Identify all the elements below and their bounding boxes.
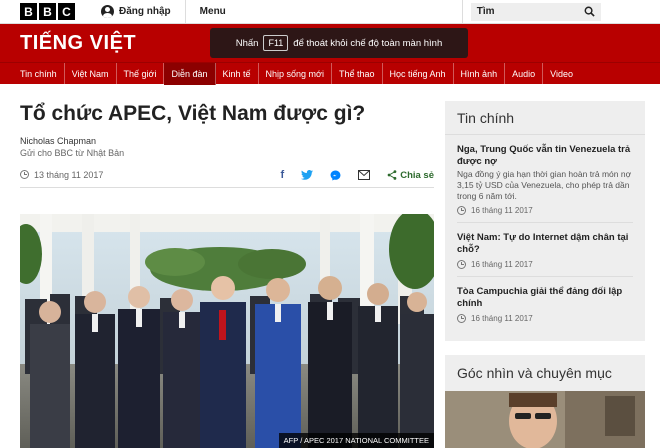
- bbc-logo[interactable]: B B C: [20, 3, 75, 20]
- nav-item-tin-chinh[interactable]: Tin chính: [13, 62, 65, 85]
- story-date: 16 tháng 11 2017: [457, 260, 633, 277]
- leaders-walking-photo: [20, 214, 434, 448]
- story-date: 16 tháng 11 2017: [457, 314, 633, 330]
- brand-title[interactable]: TIẾNG VIỆT: [20, 32, 136, 55]
- top-stories-heading: Tin chính: [445, 101, 645, 135]
- menu-label: Menu: [199, 6, 226, 17]
- share-label: Chia sẻ: [400, 169, 434, 181]
- story-item[interactable]: Nga, Trung Quốc vẫn tin Venezuela trả đư…: [445, 135, 645, 223]
- article-meta: 13 tháng 11 2017 f Chia sẻ: [20, 168, 434, 188]
- columnist-photo: [445, 391, 645, 448]
- story-date: 16 tháng 11 2017: [457, 206, 633, 223]
- fullscreen-notice: Nhấn F11 để thoát khỏi chế độ toàn màn h…: [210, 28, 468, 58]
- user-icon: [101, 5, 114, 18]
- opinion-heading: Góc nhìn và chuyên mục: [457, 365, 612, 381]
- notice-text-before: Nhấn: [235, 37, 259, 49]
- clock-icon: [457, 260, 466, 269]
- share-icon: [387, 170, 397, 180]
- masthead: TIẾNG VIỆT Nhấn F11 để thoát khỏi chế độ…: [0, 24, 660, 62]
- nav-item-viet-nam[interactable]: Việt Nam: [65, 62, 117, 85]
- story-title[interactable]: Nga, Trung Quốc vẫn tin Venezuela trả đư…: [457, 144, 633, 168]
- opinion-photo[interactable]: [445, 391, 645, 448]
- top-stories-panel: Tin chính Nga, Trung Quốc vẫn tin Venezu…: [445, 101, 645, 341]
- facebook-icon[interactable]: f: [281, 169, 285, 181]
- email-icon[interactable]: [358, 170, 371, 180]
- story-item[interactable]: Việt Nam: Tự do Internet dậm chân tại ch…: [445, 223, 645, 277]
- story-summary: Nga đồng ý gia hạn thời gian hoàn trả mó…: [457, 169, 632, 201]
- nav-item-hinh-anh[interactable]: Hình ảnh: [454, 62, 506, 85]
- search-placeholder: Tìm: [476, 6, 495, 17]
- story-title[interactable]: Việt Nam: Tự do Internet dậm chân tại ch…: [457, 232, 633, 256]
- nav-item-audio[interactable]: Audio: [505, 62, 544, 85]
- photo-credit: AFP / APEC 2017 NATIONAL COMMITTEE: [278, 433, 434, 448]
- opinion-panel: Góc nhìn và chuyên mục: [445, 355, 645, 448]
- article-headline: Tổ chức APEC, Việt Nam được gì?: [20, 102, 366, 125]
- story-date-text: 16 tháng 11 2017: [471, 314, 533, 323]
- nav-item-hoc-tieng-anh[interactable]: Học tiếng Anh: [383, 62, 454, 85]
- top-bar: B B C Đăng nhập Menu Tìm: [0, 0, 660, 24]
- divider: [461, 0, 463, 24]
- nav-item-the-gioi[interactable]: Thế giới: [117, 62, 165, 85]
- messenger-icon[interactable]: [330, 169, 341, 181]
- date-text: 13 tháng 11 2017: [34, 169, 104, 180]
- clock-icon: [20, 170, 29, 179]
- f11-key: F11: [263, 35, 289, 51]
- nav-item-kinh-te[interactable]: Kinh tế: [216, 62, 259, 85]
- nav-item-video[interactable]: Video: [543, 63, 580, 85]
- search-input[interactable]: Tìm: [470, 2, 601, 21]
- story-date-text: 16 tháng 11 2017: [471, 260, 533, 269]
- logo-letter: B: [20, 3, 37, 20]
- signin-button[interactable]: Đăng nhập: [87, 0, 185, 24]
- menu-button[interactable]: Menu: [186, 0, 240, 24]
- article-photo: AFP / APEC 2017 NATIONAL COMMITTEE: [20, 214, 434, 448]
- nav-item-dien-dan[interactable]: Diễn đàn: [164, 62, 216, 85]
- share-button[interactable]: Chia sẻ: [387, 170, 434, 181]
- logo-letter: C: [58, 3, 75, 20]
- author-name: Nicholas Chapman: [20, 136, 97, 146]
- signin-label: Đăng nhập: [119, 6, 171, 17]
- clock-icon: [457, 206, 466, 215]
- article-date: 13 tháng 11 2017: [20, 170, 103, 180]
- story-item[interactable]: Tòa Campuchia giải thể đảng đối lập chín…: [445, 277, 645, 330]
- twitter-icon[interactable]: [301, 170, 314, 180]
- nav-item-the-thao[interactable]: Thể thao: [332, 62, 383, 85]
- notice-text-after: để thoát khỏi chế độ toàn màn hình: [293, 37, 443, 49]
- story-date-text: 16 tháng 11 2017: [471, 206, 533, 215]
- share-bar: f Chia sẻ: [281, 168, 434, 182]
- section-nav: Tin chính Việt Nam Thế giới Diễn đàn Kin…: [0, 62, 660, 85]
- clock-icon: [457, 314, 466, 323]
- logo-letter: B: [39, 3, 56, 20]
- story-title[interactable]: Tòa Campuchia giải thể đảng đối lập chín…: [457, 286, 633, 310]
- nav-item-nhip-song-moi[interactable]: Nhịp sống mới: [259, 62, 332, 85]
- author-role: Gửi cho BBC từ Nhật Bản: [20, 148, 125, 158]
- search-icon[interactable]: [584, 6, 595, 17]
